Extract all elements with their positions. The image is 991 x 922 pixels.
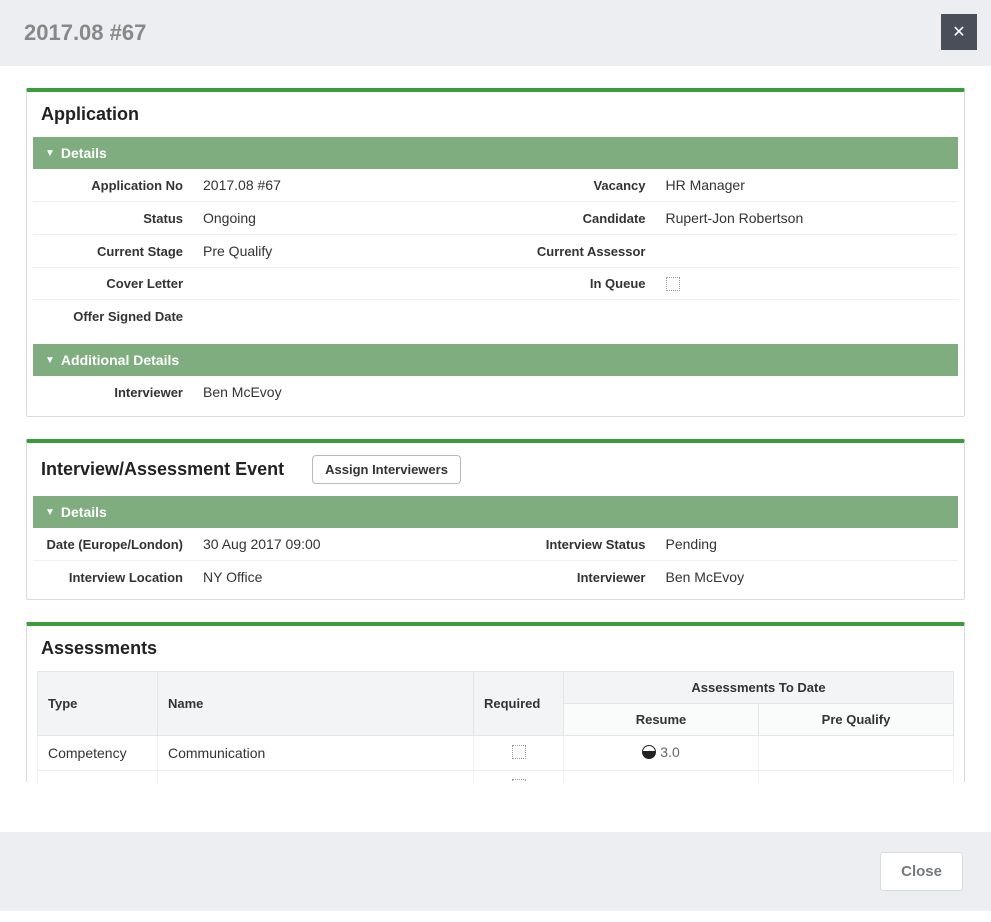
application-additional-grid: Interviewer Ben McEvoy — [33, 376, 958, 408]
queue-checkbox[interactable] — [666, 277, 680, 291]
application-details-grid: Application No 2017.08 #67 Vacancy HR Ma… — [33, 169, 958, 332]
modal-header: 2017.08 #67 ✕ — [0, 0, 991, 66]
value-location: NY Office — [193, 561, 496, 593]
section-label: Details — [61, 504, 107, 520]
label-einterviewer: Interviewer — [496, 561, 656, 593]
close-icon: ✕ — [952, 22, 965, 42]
label-status: Status — [33, 202, 193, 235]
value-candidate: Rupert-Jon Robertson — [656, 202, 959, 235]
label-queue: In Queue — [496, 268, 656, 300]
value-status: Ongoing — [193, 202, 496, 235]
value-queue — [656, 268, 959, 300]
label-interviewer: Interviewer — [33, 376, 193, 408]
chevron-down-icon: ▼ — [45, 148, 55, 159]
col-required: Required — [474, 672, 564, 736]
assessments-title: Assessments — [27, 626, 964, 671]
section-label: Additional Details — [61, 352, 179, 368]
col-resume: Resume — [564, 704, 759, 736]
cell-required — [474, 736, 564, 771]
cell-name: Communication — [158, 736, 474, 771]
value-interviewer: Ben McEvoy — [193, 376, 496, 408]
assessments-table: Type Name Required Assessments To Date R… — [37, 671, 954, 782]
score-value: 3.0 — [660, 744, 679, 760]
event-details-grid: Date (Europe/London) 30 Aug 2017 09:00 I… — [33, 528, 958, 593]
label-vacancy: Vacancy — [496, 169, 656, 202]
value-einterviewer: Ben McEvoy — [656, 561, 959, 593]
value-app-no: 2017.08 #67 — [193, 169, 496, 202]
value-assessor — [656, 235, 959, 268]
application-additional-toggle[interactable]: ▼ Additional Details — [33, 344, 958, 376]
table-row: Competency Communication 3.0 — [38, 736, 954, 771]
value-vacancy: HR Manager — [656, 169, 959, 202]
label-candidate: Candidate — [496, 202, 656, 235]
application-details-toggle[interactable]: ▼ Details — [33, 137, 958, 169]
label-assessor: Current Assessor — [496, 235, 656, 268]
cell-type: Competency — [38, 736, 158, 771]
score-dot-icon — [642, 745, 656, 759]
label-date: Date (Europe/London) — [33, 528, 193, 561]
cell-name: Competitive Awareness — [158, 771, 474, 783]
col-prequal: Pre Qualify — [759, 704, 954, 736]
section-label: Details — [61, 145, 107, 161]
label-cover: Cover Letter — [33, 268, 193, 300]
event-details-toggle[interactable]: ▼ Details — [33, 496, 958, 528]
cell-prequal — [759, 771, 954, 783]
modal-footer: Close — [0, 832, 991, 911]
label-offer: Offer Signed Date — [33, 300, 193, 332]
event-title: Interview/Assessment Event — [41, 459, 284, 480]
assign-interviewers-button[interactable]: Assign Interviewers — [312, 455, 461, 484]
close-icon-button[interactable]: ✕ — [941, 14, 977, 50]
application-title: Application — [27, 92, 964, 137]
label-app-no: Application No — [33, 169, 193, 202]
cell-type: Competency — [38, 771, 158, 783]
assessments-panel: Assessments Type Name Required Assessmen… — [26, 622, 965, 782]
value-stage: Pre Qualify — [193, 235, 496, 268]
content-scroll[interactable]: Application ▼ Details Application No 201… — [0, 66, 991, 782]
value-istatus: Pending — [656, 528, 959, 561]
cell-resume — [564, 771, 759, 783]
cell-prequal — [759, 736, 954, 771]
event-panel: Interview/Assessment Event Assign Interv… — [26, 439, 965, 600]
cell-resume: 3.0 — [564, 736, 759, 771]
chevron-down-icon: ▼ — [45, 355, 55, 366]
table-row: Competency Competitive Awareness — [38, 771, 954, 783]
col-name: Name — [158, 672, 474, 736]
required-checkbox[interactable] — [512, 745, 526, 759]
col-type: Type — [38, 672, 158, 736]
event-title-row: Interview/Assessment Event Assign Interv… — [27, 443, 964, 496]
col-to-date: Assessments To Date — [564, 672, 954, 704]
cell-required — [474, 771, 564, 783]
close-button[interactable]: Close — [880, 852, 963, 891]
label-istatus: Interview Status — [496, 528, 656, 561]
modal-title: 2017.08 #67 — [24, 20, 146, 46]
chevron-down-icon: ▼ — [45, 507, 55, 518]
score-badge: 3.0 — [642, 744, 679, 760]
label-location: Interview Location — [33, 561, 193, 593]
required-checkbox[interactable] — [512, 779, 526, 782]
label-stage: Current Stage — [33, 235, 193, 268]
value-cover — [193, 268, 496, 300]
application-panel: Application ▼ Details Application No 201… — [26, 88, 965, 417]
value-date: 30 Aug 2017 09:00 — [193, 528, 496, 561]
value-offer — [193, 300, 496, 332]
